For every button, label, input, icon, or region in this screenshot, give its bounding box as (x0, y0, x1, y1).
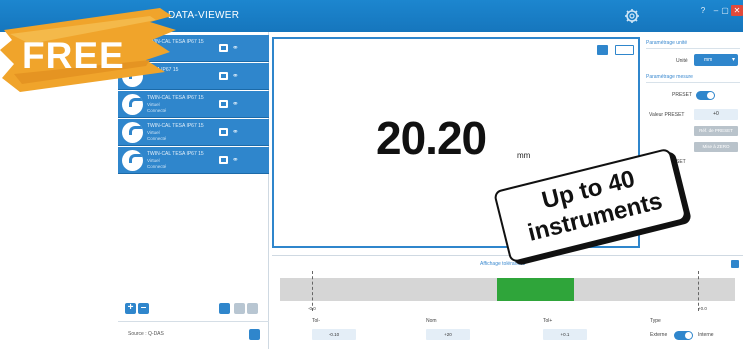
right-marker-label: +0.0 (698, 306, 707, 311)
display-toggle-icon[interactable] (219, 156, 228, 164)
gear-icon[interactable] (624, 8, 640, 24)
close-button[interactable]: ✕ (731, 5, 743, 16)
tol-minus-marker (312, 271, 313, 311)
preset-value-label: Valeur PRESET (649, 112, 685, 118)
unit-label: Unité (676, 58, 688, 64)
in-tolerance-band (497, 278, 574, 301)
free-badge: FREE (0, 0, 178, 100)
refresh-icon[interactable] (219, 303, 230, 314)
instrument-status: Connecté (147, 136, 167, 141)
preset-label: PRESET (672, 92, 693, 98)
tolerance-panel: Affichage tolérances -0.0 +0.0 Tol- -0.1… (272, 255, 743, 349)
instrument-item[interactable]: TWIN-CAL TESA IP67 15 Virtuel Connecté ⚭ (118, 119, 269, 146)
display-toggle-icon[interactable] (219, 128, 228, 136)
display-mode-icon[interactable] (615, 45, 634, 55)
instrument-mode: Virtuel (147, 102, 160, 107)
source-bar: Source : Q-DAS (118, 321, 269, 349)
move-down-button[interactable] (234, 303, 245, 314)
maximize-button[interactable]: ▢ (719, 5, 731, 16)
left-marker-label: -0.0 (308, 306, 316, 311)
nominal-field[interactable]: +20 (426, 329, 470, 340)
reset-zero-button[interactable]: Mise à ZERO (694, 142, 738, 152)
divider (646, 48, 740, 49)
unit-select[interactable]: mm (694, 54, 738, 66)
instrument-name: TWIN-CAL TESA IP67 15 (147, 123, 204, 129)
free-label: FREE (22, 35, 125, 76)
instrument-status: Connecté (147, 108, 167, 113)
display-toggle-icon[interactable] (219, 100, 228, 108)
measurement-value: 20.20 (376, 112, 487, 164)
tolerance-title: Affichage tolérances (480, 261, 526, 267)
link-icon[interactable]: ⚭ (232, 127, 239, 136)
move-up-button[interactable] (247, 303, 258, 314)
instrument-item[interactable]: TWIN-CAL TESA IP67 15 Virtuel Connecté ⚭ (118, 147, 269, 174)
divider (646, 82, 740, 83)
measure-section-title: Paramétrage mesure (646, 74, 693, 80)
link-icon[interactable]: ⚭ (232, 43, 239, 52)
help-button[interactable]: ? (697, 5, 709, 16)
type-externe-label: Externe (650, 332, 668, 338)
display-toggle-icon[interactable] (219, 44, 228, 52)
display-toggle-icon[interactable] (219, 72, 228, 80)
nominal-label: Nom (426, 318, 437, 324)
app-title: DATA-VIEWER (168, 10, 240, 21)
instrument-logo-icon (122, 150, 143, 171)
tol-plus-field[interactable]: +0.1 (543, 329, 587, 340)
export-icon[interactable] (249, 329, 260, 340)
measurement-unit: mm (517, 151, 531, 160)
type-label: Type (650, 318, 661, 324)
add-instrument-button[interactable]: + (125, 303, 136, 314)
fullscreen-icon[interactable] (597, 45, 608, 55)
link-icon[interactable]: ⚭ (232, 99, 239, 108)
remove-instrument-button[interactable]: – (138, 303, 149, 314)
link-icon[interactable]: ⚭ (232, 71, 239, 80)
tol-plus-label: Tol+ (543, 318, 553, 324)
instrument-logo-icon (122, 122, 143, 143)
instrument-mode: Virtuel (147, 158, 160, 163)
ref-preset-button[interactable]: Réf. de PRESET (694, 126, 738, 136)
instrument-mode: Virtuel (147, 130, 160, 135)
tol-minus-field[interactable]: -0.10 (312, 329, 356, 340)
type-toggle[interactable] (674, 331, 693, 340)
preset-toggle[interactable] (696, 91, 715, 100)
tol-plus-marker (698, 271, 699, 311)
tolerance-settings-icon[interactable] (731, 260, 739, 268)
preset-value-field[interactable]: +0 (694, 109, 738, 120)
link-icon[interactable]: ⚭ (232, 155, 239, 164)
source-label: Source : Q-DAS (128, 331, 164, 337)
tol-minus-label: Tol- (312, 318, 321, 324)
instrument-name: TWIN-CAL TESA IP67 15 (147, 151, 204, 157)
type-interne-label: Interne (698, 332, 714, 338)
unit-section-title: Paramétrage unité (646, 40, 688, 46)
instrument-status: Connecté (147, 164, 167, 169)
